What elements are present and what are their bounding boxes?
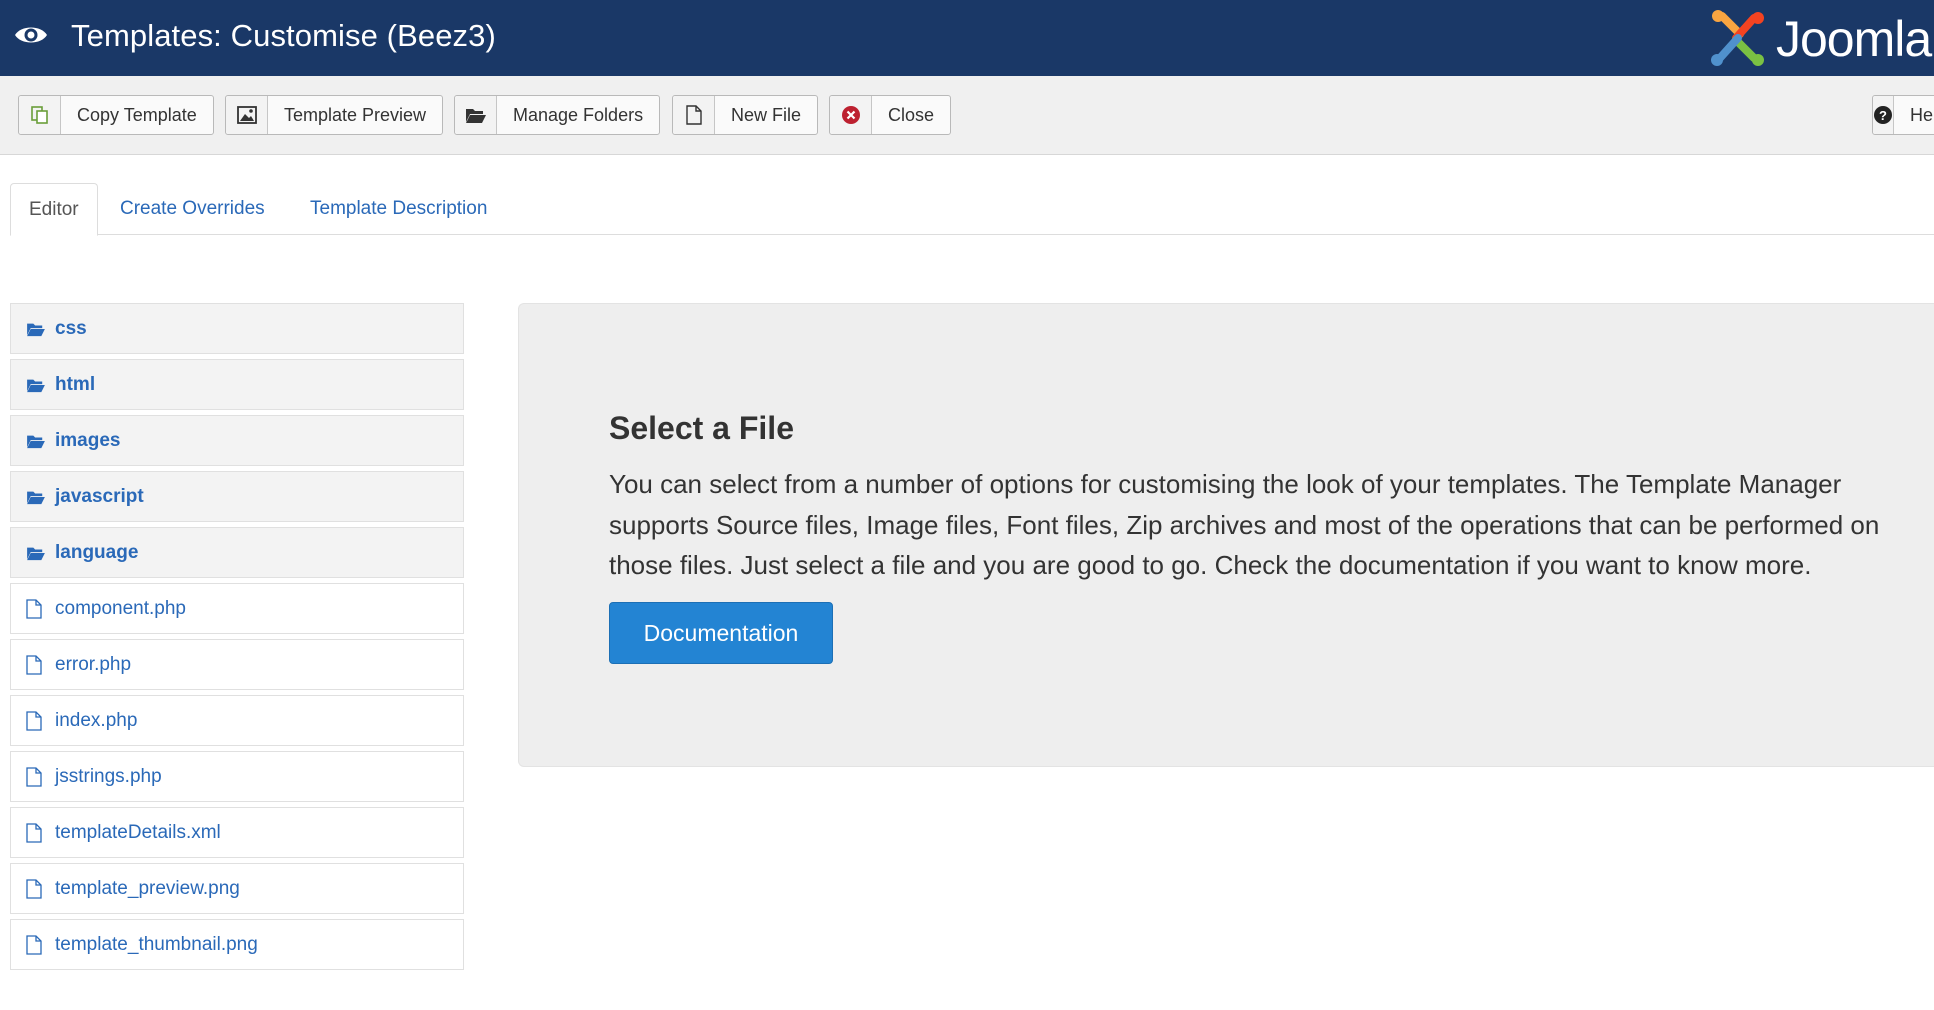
new-file-button[interactable]: New File [672, 95, 819, 135]
folder-label: language [55, 541, 139, 563]
copy-icon [19, 96, 61, 134]
help-label: Help [1910, 104, 1934, 125]
folder-open-icon [26, 486, 48, 508]
file-item-template-preview-png[interactable]: template_preview.png [10, 863, 464, 914]
svg-text:?: ? [1879, 108, 1887, 123]
tab-editor[interactable]: Editor [10, 183, 98, 236]
manage-folders-button[interactable]: Manage Folders [454, 95, 661, 135]
tab-bar: Editor Create Overrides Template Descrip… [10, 183, 1934, 236]
folder-open-icon [26, 430, 48, 452]
app-header: Templates: Customise (Beez3) Joomla! [0, 0, 1934, 76]
copy-template-label: Copy Template [77, 104, 197, 125]
file-item-template-thumbnail-png[interactable]: template_thumbnail.png [10, 919, 464, 970]
folder-label: javascript [55, 485, 144, 507]
documentation-button[interactable]: Documentation [609, 602, 833, 664]
file-icon [26, 710, 48, 732]
folder-item-javascript[interactable]: javascript [10, 471, 464, 522]
folder-open-icon [26, 542, 48, 564]
folder-label: images [55, 429, 121, 451]
folder-open-icon [455, 96, 497, 134]
file-label: error.php [55, 653, 132, 675]
file-item-templatedetails-xml[interactable]: templateDetails.xml [10, 807, 464, 858]
folder-open-icon [26, 374, 48, 396]
file-item-index-php[interactable]: index.php [10, 695, 464, 746]
file-icon [26, 598, 48, 620]
file-item-jsstrings-php[interactable]: jsstrings.php [10, 751, 464, 802]
file-label: template_preview.png [55, 877, 240, 899]
picture-icon [226, 96, 268, 134]
eye-icon [15, 27, 47, 43]
file-item-error-php[interactable]: error.php [10, 639, 464, 690]
page-title: Templates: Customise (Beez3) [71, 18, 496, 53]
folder-label: html [55, 373, 96, 395]
folder-item-language[interactable]: language [10, 527, 464, 578]
file-icon [26, 878, 48, 900]
file-icon [26, 934, 48, 956]
file-label: templateDetails.xml [55, 821, 221, 843]
toolbar: Copy Template Template Preview Manage Fo… [0, 76, 1934, 155]
file-icon [26, 766, 48, 788]
file-label: component.php [55, 597, 186, 619]
file-item-component-php[interactable]: component.php [10, 583, 464, 634]
tab-create-overrides[interactable]: Create Overrides [102, 183, 283, 235]
template-preview-label: Template Preview [284, 104, 427, 125]
close-circle-icon [830, 96, 872, 134]
folder-open-icon [26, 318, 48, 340]
folder-label: css [55, 317, 87, 339]
panel-description: You can select from a number of options … [609, 469, 1880, 580]
folder-item-css[interactable]: css [10, 303, 464, 354]
file-label: template_thumbnail.png [55, 933, 258, 955]
new-file-label: New File [731, 104, 802, 125]
file-label: jsstrings.php [55, 765, 162, 787]
joomla-logo[interactable]: Joomla! [1708, 8, 1934, 68]
folder-item-images[interactable]: images [10, 415, 464, 466]
joomla-logo-icon [1711, 10, 1764, 66]
select-file-panel: Select a File You can select from a numb… [518, 303, 1934, 767]
copy-template-button[interactable]: Copy Template [18, 95, 214, 135]
file-label: index.php [55, 709, 138, 731]
manage-folders-label: Manage Folders [513, 104, 644, 125]
close-label: Close [888, 104, 935, 125]
help-button[interactable]: ? Help [1872, 95, 1934, 135]
question-circle-icon: ? [1873, 96, 1894, 134]
panel-title: Select a File [609, 410, 794, 446]
template-preview-button[interactable]: Template Preview [225, 95, 444, 135]
tab-template-description[interactable]: Template Description [292, 183, 505, 235]
file-icon [26, 822, 48, 844]
file-icon [26, 654, 48, 676]
file-icon [673, 96, 715, 134]
close-button[interactable]: Close [829, 95, 952, 135]
folder-item-html[interactable]: html [10, 359, 464, 410]
joomla-wordmark: Joomla! [1776, 11, 1934, 67]
